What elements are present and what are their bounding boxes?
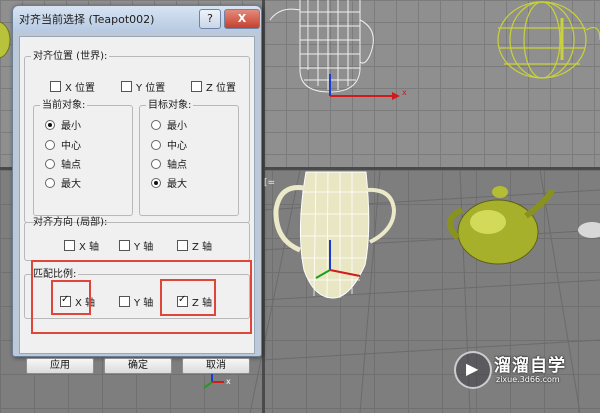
- y-axis-orientation-box[interactable]: [119, 240, 130, 251]
- close-button[interactable]: X: [224, 9, 260, 29]
- x-axis-orientation-label: X 轴: [79, 242, 100, 253]
- help-button[interactable]: ?: [199, 9, 221, 29]
- current-min-radio[interactable]: 最小: [45, 120, 81, 133]
- teapot-left-partial: [0, 21, 11, 59]
- teapot-shaded-wireframe: [273, 171, 397, 299]
- x-position-label: X 位置: [65, 83, 96, 94]
- current-object-legend: 当前对象:: [42, 100, 86, 111]
- current-min-label: 最小: [61, 121, 81, 132]
- x-axis-arrow-icon: [392, 92, 400, 100]
- target-pivot-radio[interactable]: 轴点: [151, 159, 187, 172]
- ok-button[interactable]: 确定: [104, 358, 172, 374]
- top-x-axis-label: x: [402, 88, 407, 97]
- y-axis-orientation-label: Y 轴: [134, 242, 154, 253]
- target-min-dot[interactable]: [151, 120, 161, 130]
- x-position-box[interactable]: [50, 81, 61, 92]
- current-pivot-radio[interactable]: 轴点: [45, 159, 81, 172]
- target-min-radio[interactable]: 最小: [151, 120, 187, 133]
- axis-tripod-x-label: x: [226, 377, 231, 386]
- watermark-name: 溜溜自学: [494, 356, 566, 376]
- apply-button[interactable]: 应用: [26, 358, 94, 374]
- viewport-bracket-label: [=: [264, 178, 276, 188]
- current-max-label: 最大: [61, 179, 81, 190]
- z-scale-highlight: [160, 279, 216, 316]
- x-axis-orientation-box[interactable]: [64, 240, 75, 251]
- current-center-dot[interactable]: [45, 140, 55, 150]
- align-position-legend: 对齐位置 (世界):: [33, 51, 108, 62]
- z-axis-orientation-checkbox[interactable]: Z 轴: [177, 240, 212, 254]
- current-max-dot[interactable]: [45, 178, 55, 188]
- cancel-button[interactable]: 取消: [182, 358, 250, 374]
- axis-tripod-y: [203, 381, 213, 389]
- target-center-radio[interactable]: 中心: [151, 140, 187, 153]
- y-position-checkbox[interactable]: Y 位置: [121, 81, 165, 95]
- current-max-radio[interactable]: 最大: [45, 178, 81, 191]
- dialog-titlebar[interactable]: 对齐当前选择 (Teapot002) ? X: [13, 6, 261, 31]
- target-object-group: 目标对象:: [139, 100, 239, 216]
- target-pivot-label: 轴点: [167, 160, 187, 171]
- z-axis-orientation-box[interactable]: [177, 240, 188, 251]
- y-position-label: Y 位置: [136, 83, 166, 94]
- target-object-legend: 目标对象:: [148, 100, 192, 111]
- x-axis-orientation-checkbox[interactable]: X 轴: [64, 240, 99, 254]
- y-position-box[interactable]: [121, 81, 132, 92]
- teapot-yellow-wireframe: [497, 1, 600, 79]
- current-object-group: 当前对象:: [33, 100, 133, 216]
- x-scale-highlight: [51, 280, 91, 315]
- align-orientation-group: 对齐方向 (局部):: [24, 217, 250, 261]
- white-object-partial: [578, 222, 600, 238]
- z-axis-orientation-label: Z 轴: [192, 242, 213, 253]
- x-position-checkbox[interactable]: X 位置: [50, 81, 95, 95]
- target-center-dot[interactable]: [151, 140, 161, 150]
- z-position-box[interactable]: [191, 81, 202, 92]
- target-max-label: 最大: [167, 179, 187, 190]
- target-min-label: 最小: [167, 121, 187, 132]
- y-axis-orientation-checkbox[interactable]: Y 轴: [119, 240, 153, 254]
- current-min-dot[interactable]: [45, 120, 55, 130]
- target-max-radio[interactable]: 最大: [151, 178, 187, 191]
- target-max-dot[interactable]: [151, 178, 161, 188]
- watermark-url: zixue.3d66.com: [496, 375, 560, 384]
- dialog-title: 对齐当前选择 (Teapot002): [19, 13, 155, 26]
- z-position-checkbox[interactable]: Z 位置: [191, 81, 236, 95]
- current-center-radio[interactable]: 中心: [45, 140, 81, 153]
- z-position-label: Z 位置: [206, 83, 237, 94]
- teapot-wireframe-top: [269, 0, 374, 93]
- current-center-label: 中心: [61, 141, 81, 152]
- align-orientation-legend: 对齐方向 (局部):: [33, 217, 108, 228]
- current-pivot-label: 轴点: [61, 160, 81, 171]
- current-pivot-dot[interactable]: [45, 159, 55, 169]
- watermark: 溜溜自学 zixue.3d66.com: [446, 347, 566, 391]
- watermark-play-icon: [454, 351, 492, 389]
- viewport-divider-vertical[interactable]: [262, 0, 265, 413]
- target-pivot-dot[interactable]: [151, 159, 161, 169]
- target-center-label: 中心: [167, 141, 187, 152]
